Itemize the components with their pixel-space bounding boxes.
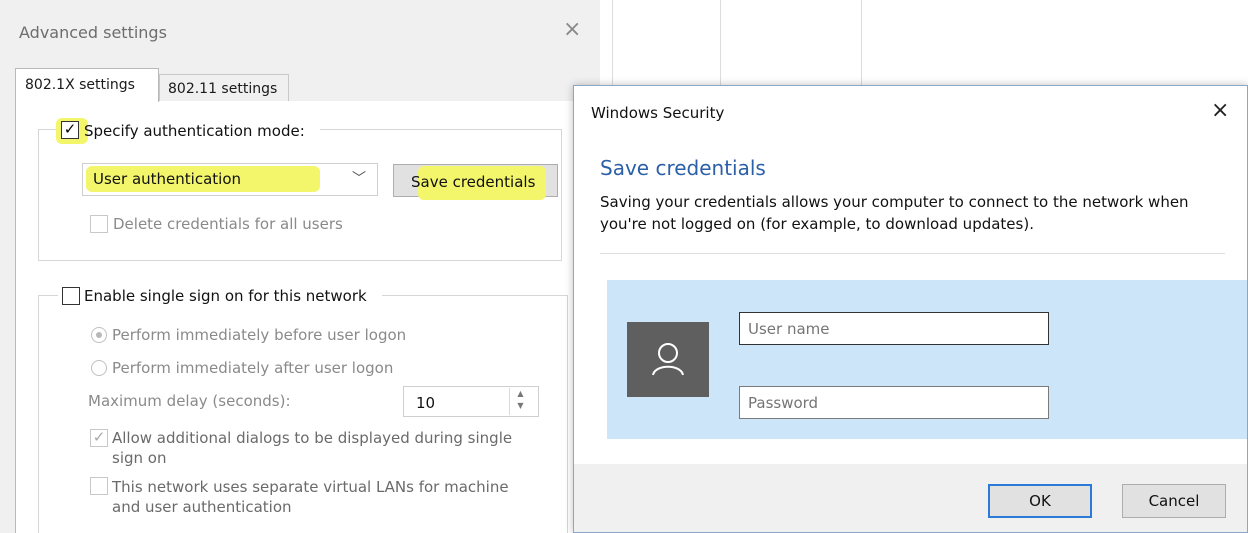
cancel-button[interactable]: Cancel — [1122, 484, 1226, 518]
allow-dialogs-label-line2: sign on — [112, 449, 167, 467]
dialog-title: Advanced settings — [19, 23, 167, 42]
advanced-settings-dialog: Advanced settings × 802.1X settings 802.… — [0, 0, 600, 533]
specify-auth-mode-label: Specify authentication mode: — [84, 122, 305, 140]
username-input[interactable] — [739, 312, 1049, 345]
save-credentials-label: Save credentials — [411, 173, 536, 191]
save-credentials-description: Saving your credentials allows your comp… — [600, 193, 1189, 233]
chevron-down-icon: ﹀ — [352, 171, 366, 187]
separate-vlan-label-line2: and user authentication — [112, 498, 292, 516]
authentication-mode-value: User authentication — [93, 170, 242, 188]
password-input[interactable] — [739, 386, 1049, 419]
radio-before-logon-label: Perform immediately before user logon — [112, 326, 407, 344]
tab-802-1x-settings[interactable]: 802.1X settings — [15, 68, 159, 102]
tab-802-11-settings[interactable]: 802.11 settings — [159, 74, 289, 102]
dialog-title: Windows Security — [591, 104, 725, 122]
separate-vlan-checkbox[interactable] — [90, 477, 108, 495]
close-icon[interactable]: × — [563, 18, 581, 42]
user-avatar-icon — [627, 322, 709, 397]
enable-sso-label: Enable single sign on for this network — [84, 287, 367, 305]
radio-before-logon[interactable] — [91, 327, 107, 343]
radio-after-logon-label: Perform immediately after user logon — [112, 359, 394, 377]
max-delay-label: Maximum delay (seconds): — [88, 392, 291, 410]
save-credentials-heading: Save credentials — [600, 156, 766, 180]
radio-after-logon[interactable] — [91, 360, 107, 376]
allow-dialogs-checkbox[interactable]: ✓ — [90, 429, 108, 447]
divider — [600, 253, 1225, 254]
spin-arrows-icon[interactable]: ▲ ▼ — [509, 388, 531, 415]
allow-dialogs-label-line1: Allow additional dialogs to be displayed… — [112, 429, 513, 447]
enable-sso-checkbox[interactable] — [62, 287, 80, 305]
background-column-divider — [720, 0, 721, 85]
ok-button[interactable]: OK — [988, 484, 1092, 518]
radio-selected-dot — [96, 332, 102, 338]
background-column-divider — [861, 0, 862, 85]
max-delay-value: 10 — [416, 394, 436, 412]
specify-auth-mode-checkbox[interactable]: ✓ — [61, 121, 79, 139]
separate-vlan-label-line1: This network uses separate virtual LANs … — [112, 478, 509, 496]
close-icon[interactable]: × — [1211, 99, 1229, 123]
background-column-divider — [612, 0, 613, 85]
delete-credentials-checkbox[interactable] — [90, 215, 108, 233]
delete-credentials-label: Delete credentials for all users — [113, 215, 343, 233]
